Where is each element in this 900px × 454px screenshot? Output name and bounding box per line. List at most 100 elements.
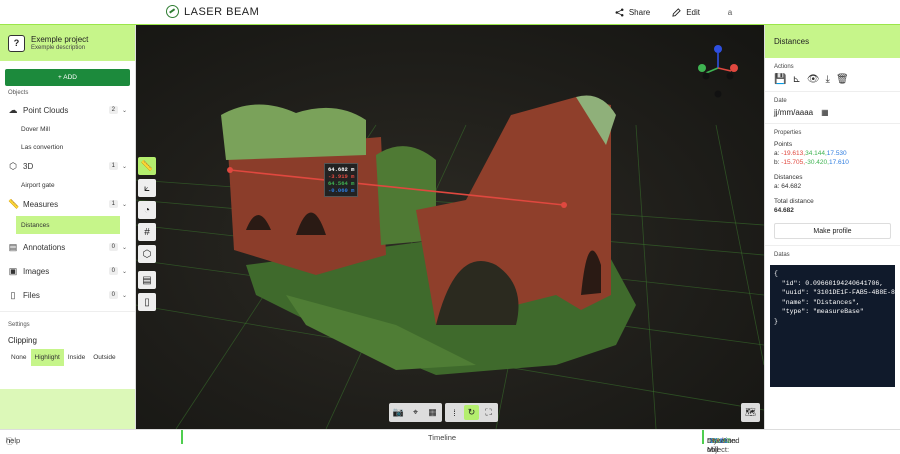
clipping-option-none[interactable]: None [7,349,31,366]
trash-icon[interactable]: 🗑 [836,74,849,85]
point-b-coords: b: -15.705,-30.420,17.610 [774,159,849,166]
chevron-down-icon[interactable]: ⌄ [122,163,127,170]
point-cloud-scene [136,45,764,429]
file-icon: ▯ [144,296,150,308]
category-3d[interactable]: ⬡ 3D 1 ⌄ [0,156,135,176]
annotation-icon: ▤ [142,274,152,286]
file-tool-button[interactable]: ▯ [138,293,156,311]
category-count: 1 [108,162,118,170]
json-data-viewer[interactable]: { "id": 0.09660194240641706, "uuid": "31… [770,265,895,387]
chevron-down-icon[interactable]: ⌄ [122,268,127,275]
category-label: Annotations [23,242,66,252]
bottom-toolbar-group: 📷 ⌖ ▦ [389,403,442,422]
distances-value: a: 64.682 [774,183,802,190]
date-input[interactable]: jj/mm/aaaa ▦ [774,108,891,117]
volume-tool-button[interactable]: ⬡ [138,245,156,263]
download-icon[interactable]: ⤓ [826,74,830,85]
category-label: Files [23,290,40,300]
actions-title: Actions [774,64,794,70]
share-icon [615,8,624,17]
timeline-label[interactable]: Timeline [428,433,456,442]
focus-button[interactable]: ⛶ [481,405,496,420]
cube-icon: ⬡ [142,248,152,260]
camera-icon: 📷 [392,407,405,417]
table-button[interactable]: ▦ [425,405,440,420]
chevron-down-icon[interactable]: ⌄ [122,201,127,208]
settings-section-title: Settings [0,311,135,332]
distance-dx: -3.919 m [328,173,355,180]
chevron-down-icon[interactable]: ⌄ [122,244,127,251]
3d-viewport[interactable]: 64.682 m -3.919 m 64.564 m -0.060 m 📏 ⟀ … [136,25,764,429]
save-icon[interactable]: 💾 [774,74,786,85]
top-bar: LASER BEAM Share Edit a [0,0,900,25]
clipping-option-inside[interactable]: Inside [64,349,89,366]
distances-label: Distances [774,174,803,181]
make-profile-button[interactable]: Make profile [774,223,891,239]
measure-point-a[interactable] [227,167,233,173]
add-button[interactable]: + ADD [5,69,130,86]
cloud-icon: ☁ [8,105,18,115]
app-logo[interactable]: LASER BEAM [166,5,259,18]
circle-measure-icon: ◔ [143,204,151,216]
raycast-readout: raycasted object: Dover Mill Position: -… [707,436,740,454]
status-bar: ⓘ help Timeline raycasted object: Dover … [0,429,900,454]
calendar-icon[interactable]: ▦ [821,108,829,117]
pencil-icon [672,8,681,17]
axis-icon[interactable]: ⊾ [792,74,800,85]
category-images[interactable]: ▣ Images 0 ⌄ [0,261,135,281]
category-label: 3D [23,161,34,171]
category-point-clouds[interactable]: ☁ Point Clouds 2 ⌄ [0,100,135,120]
object-item-selected[interactable]: Distances [16,216,120,234]
cube-icon: ⬡ [9,161,17,171]
distance-tool-button[interactable]: 📏 [138,157,156,175]
clipping-option-outside[interactable]: Outside [89,349,119,366]
map-pin-icon: ⌖ [412,407,419,417]
category-measures[interactable]: 📏 Measures 1 ⌄ [0,194,135,214]
share-button[interactable]: Share [615,8,650,17]
category-count: 1 [108,200,118,208]
orbit-icon: ↻ [467,407,476,417]
chevron-down-icon[interactable]: ⌄ [122,292,127,299]
date-title: Date [774,98,787,104]
map-button[interactable]: 🗺 [741,403,760,422]
project-icon: ? [8,34,25,52]
project-header[interactable]: ? Exemple project Exemple description [0,25,135,61]
panel-title: Distances [765,25,900,58]
orbit-button[interactable]: ↻ [464,405,479,420]
category-annotations[interactable]: ▤ Annotations 0 ⌄ [0,237,135,257]
category-files[interactable]: ▯ Files 0 ⌄ [0,285,135,305]
clipping-title: Clipping [8,336,37,345]
footsteps-icon: ⁞ [453,407,456,418]
table-grid-icon: ▦ [428,407,437,417]
measure-point-b[interactable] [561,202,567,208]
timeline-marker [181,430,183,444]
circle-tool-button[interactable]: ◔ [138,201,156,219]
annotation-tool-button[interactable]: ▤ [138,271,156,289]
angle-tool-button[interactable]: ⟀ [138,179,156,197]
camera-button[interactable]: 📷 [391,405,406,420]
edit-button[interactable]: Edit [672,8,700,17]
object-item[interactable]: Dover Mill [0,120,135,138]
user-avatar[interactable]: a [722,5,738,21]
annotation-icon: ▤ [8,242,18,252]
file-icon: ▯ [10,290,16,300]
eye-icon[interactable]: 👁 [807,74,820,85]
footsteps-button[interactable]: ⁞ [447,405,462,420]
axis-gizmo[interactable] [698,45,738,98]
datas-section: Datas [765,246,900,265]
chevron-down-icon[interactable]: ⌄ [122,107,127,114]
location-button[interactable]: ⌖ [408,405,423,420]
right-panel: Distances Actions 💾 ⊾ 👁 ⤓ 🗑 Date jj/mm/a… [764,25,900,429]
object-item[interactable]: Airport gate [0,176,135,194]
angle-icon: ⟀ [144,182,150,194]
distance-total: 64.682 m [328,166,355,173]
area-tool-button[interactable]: # [138,223,156,241]
clipping-option-highlight[interactable]: Highlight [30,349,64,366]
distance-label: 64.682 m -3.919 m 64.564 m -0.060 m [324,163,359,197]
total-distance-value: 64.682 [774,207,794,214]
object-item[interactable]: Las convertion [0,138,135,156]
date-placeholder: jj/mm/aaaa [774,108,814,117]
category-count: 0 [108,243,118,251]
category-count: 2 [108,106,118,114]
objects-section-title: Objects [8,90,29,96]
